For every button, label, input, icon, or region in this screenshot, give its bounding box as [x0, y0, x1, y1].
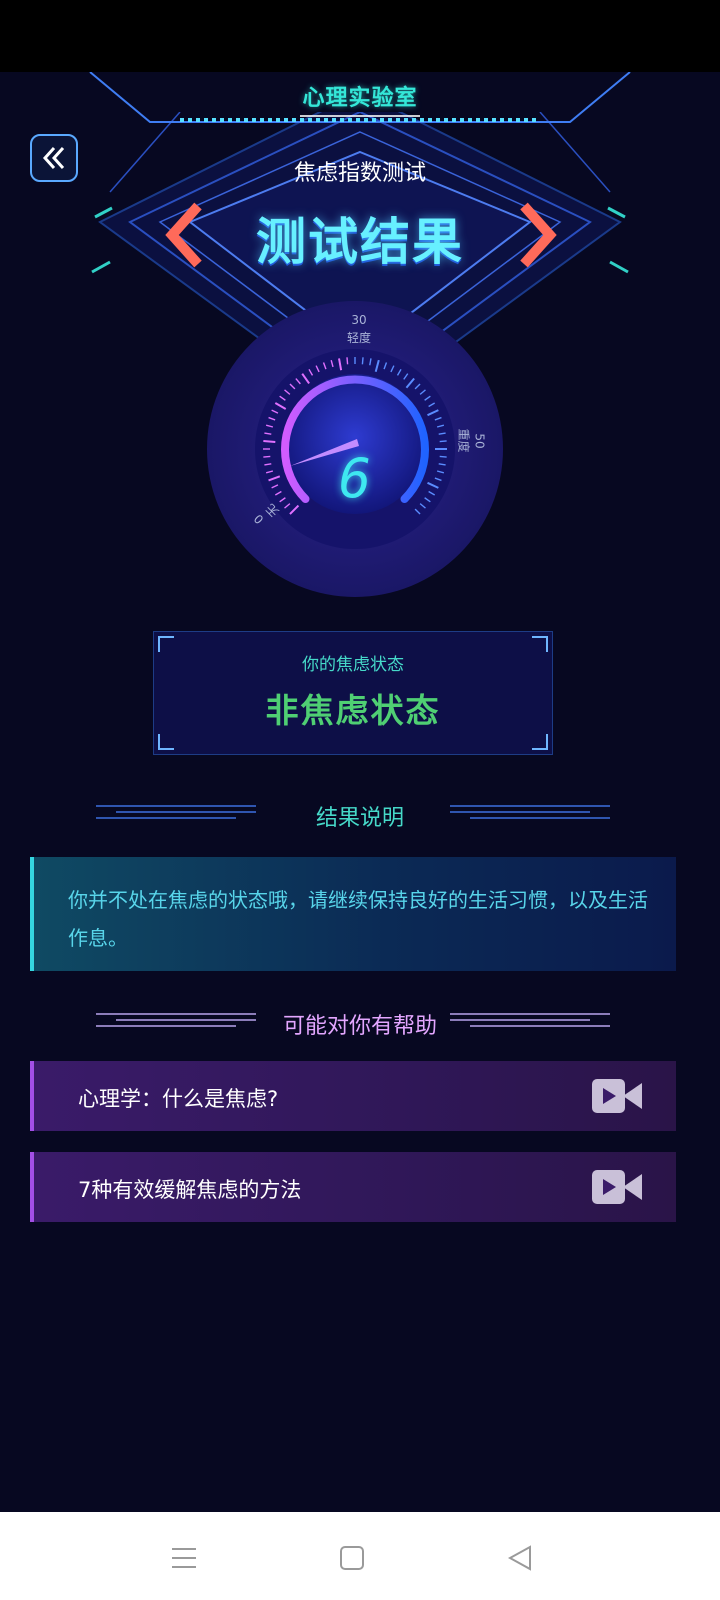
divider-lines [450, 1013, 610, 1027]
brand-title: 心理实验室 [302, 86, 418, 111]
test-name: 焦虑指数测试 [293, 161, 426, 186]
gauge-tick [263, 439, 276, 444]
gauge-tick [439, 440, 447, 443]
system-nav-bar [0, 1512, 720, 1600]
help-item-relief-methods[interactable]: 7种有效缓解焦虑的方法 [30, 1152, 676, 1222]
tick-label-50: 50 [472, 433, 487, 449]
explanation-header: 结果说明 [0, 792, 720, 832]
result-title: 测试结果 [256, 213, 464, 271]
tick-label-heavy: 重度 [456, 428, 471, 453]
home-icon [340, 1546, 364, 1570]
explanation-box: 你并不处在焦虑的状态哦，请继续保持良好的生活习惯，以及生活作息。 [30, 857, 676, 971]
home-button[interactable] [332, 1538, 372, 1578]
status-value: 非焦虑状态 [265, 691, 441, 730]
app-screen: 心理实验室 焦虑指数测试 测试结果 6 30 轻度 50 重度 0 无 你的焦虑… [0, 72, 720, 1512]
help-header: 可能对你有帮助 [0, 1000, 720, 1040]
video-icon [592, 1079, 642, 1113]
corner-decoration [158, 734, 174, 750]
back-icon [508, 1545, 531, 1571]
menu-icon [172, 1548, 196, 1568]
back-nav-button[interactable] [500, 1538, 540, 1578]
explanation-title: 结果说明 [315, 806, 404, 831]
tick-label-light: 轻度 [346, 331, 371, 345]
menu-button[interactable] [164, 1538, 204, 1578]
help-title: 可能对你有帮助 [282, 1014, 437, 1039]
status-label: 你的焦虑状态 [302, 655, 404, 675]
help-item-label: 7种有效缓解焦虑的方法 [78, 1178, 302, 1202]
gauge-value: 6 [338, 447, 372, 510]
gauge-tick [361, 357, 364, 365]
help-item-label: 心理学：什么是焦虑? [78, 1087, 279, 1111]
status-card: 你的焦虑状态 非焦虑状态 [153, 631, 553, 755]
explanation-text: 你并不处在焦虑的状态哦，请继续保持良好的生活习惯，以及生活作息。 [68, 888, 648, 950]
chevron-right-icon[interactable] [512, 200, 562, 270]
video-icon [592, 1170, 642, 1204]
gauge-tick [346, 357, 349, 365]
corner-decoration [532, 734, 548, 750]
tick-label-30: 30 [351, 313, 367, 327]
status-bar [0, 0, 720, 72]
divider-lines [450, 805, 610, 819]
help-item-what-is-anxiety[interactable]: 心理学：什么是焦虑? [30, 1061, 676, 1131]
